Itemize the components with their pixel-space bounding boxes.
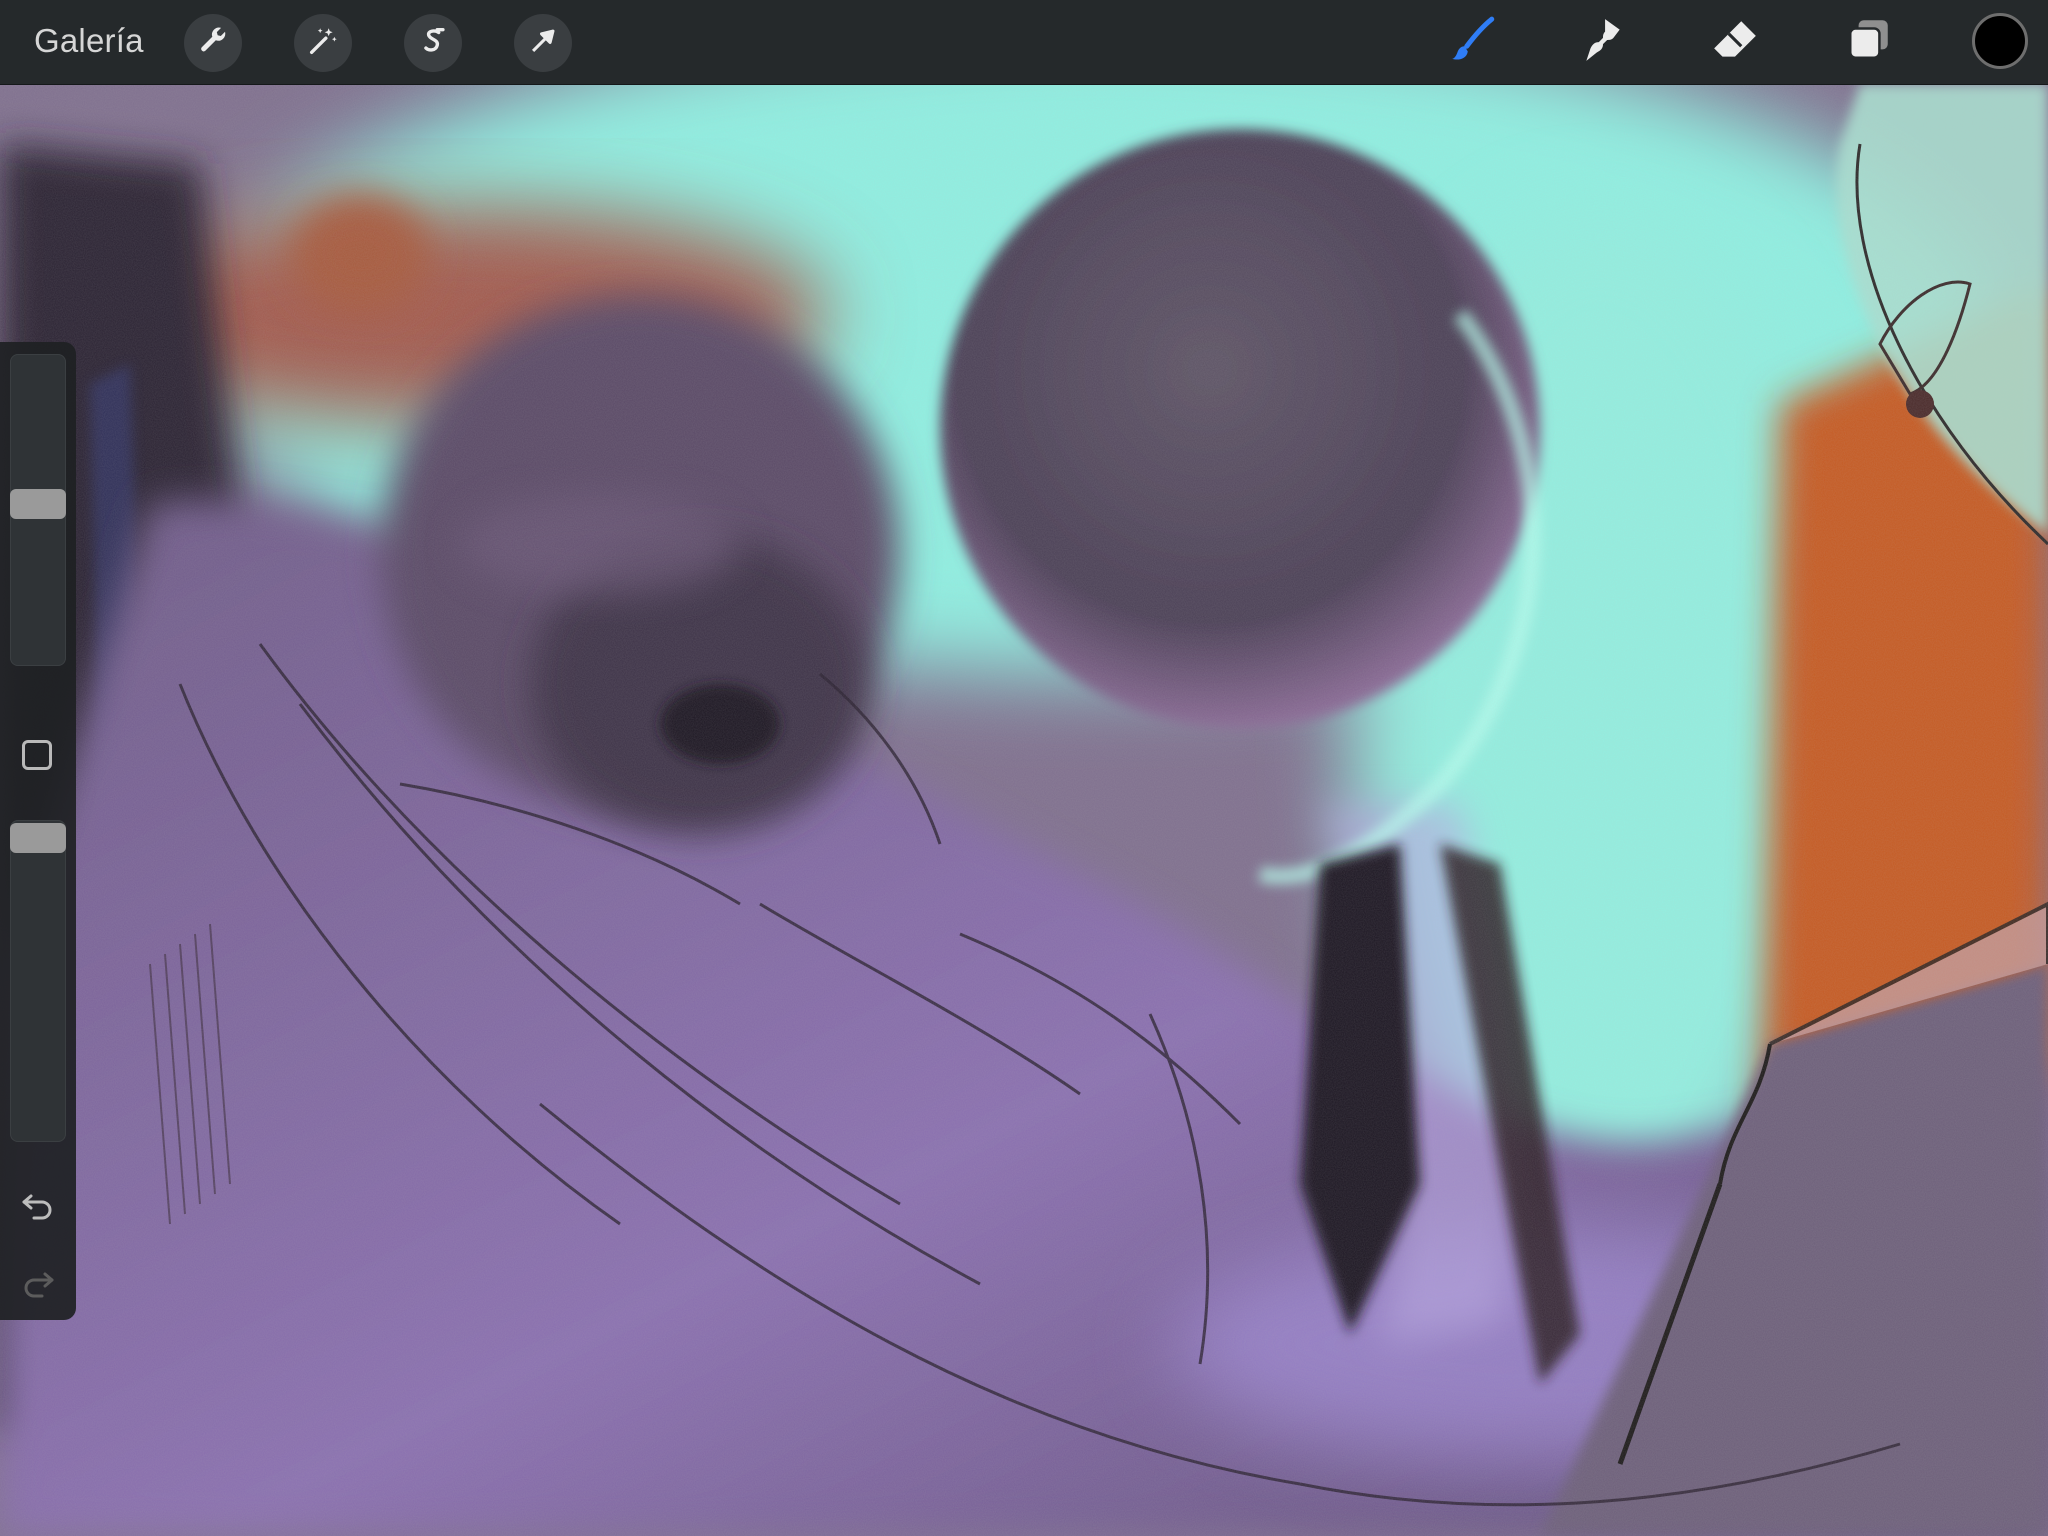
selection-s-icon — [416, 24, 450, 63]
color-picker-button[interactable] — [1972, 13, 2028, 69]
transform-button[interactable] — [514, 14, 572, 72]
actions-button[interactable] — [184, 14, 242, 72]
wrench-icon — [196, 24, 230, 63]
smudge-tool-button[interactable] — [1572, 11, 1634, 73]
eraser-icon — [1710, 15, 1760, 70]
modify-button[interactable] — [22, 740, 52, 770]
layers-icon — [1844, 15, 1894, 70]
layers-button[interactable] — [1838, 11, 1900, 73]
redo-icon — [18, 1272, 58, 1306]
top-toolbar: Galería — [0, 0, 2048, 85]
eraser-tool-button[interactable] — [1704, 11, 1766, 73]
brush-size-slider[interactable] — [10, 354, 66, 666]
undo-icon — [18, 1194, 58, 1228]
opacity-thumb[interactable] — [10, 823, 66, 853]
magic-wand-icon — [306, 24, 340, 63]
selection-button[interactable] — [404, 14, 462, 72]
smudge-icon — [1578, 15, 1628, 70]
opacity-slider[interactable] — [10, 820, 66, 1142]
gallery-button[interactable]: Galería — [34, 22, 144, 60]
brush-icon — [1448, 15, 1498, 70]
redo-button[interactable] — [18, 1266, 58, 1302]
left-sidebar — [0, 342, 76, 1320]
drawing-canvas[interactable] — [0, 84, 2048, 1536]
brush-size-thumb[interactable] — [10, 489, 66, 519]
brush-tool-button[interactable] — [1442, 11, 1504, 73]
undo-button[interactable] — [18, 1188, 58, 1224]
adjustments-button[interactable] — [294, 14, 352, 72]
transform-arrow-icon — [526, 24, 560, 63]
